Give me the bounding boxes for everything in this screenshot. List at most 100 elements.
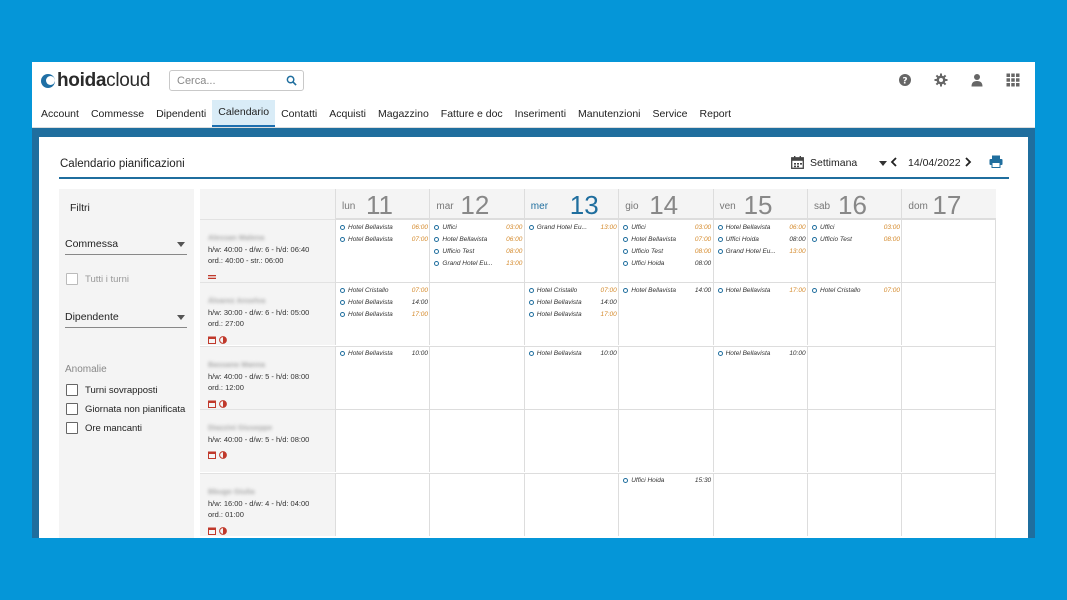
- commessa-select[interactable]: Commessa: [65, 235, 187, 255]
- day-header-ven[interactable]: ven 15: [712, 189, 807, 220]
- day-cell[interactable]: [335, 409, 430, 473]
- calendar-icon[interactable]: [208, 522, 216, 535]
- day-cell[interactable]: [807, 472, 902, 536]
- chevron-left-icon[interactable]: [890, 157, 898, 167]
- day-cell[interactable]: Hotel Bellavista 10:00: [523, 345, 619, 409]
- print-icon[interactable]: [989, 155, 1003, 168]
- nav-item-acquisti[interactable]: Acquisti: [323, 100, 372, 127]
- nav-item-inserimenti[interactable]: Inserimenti: [509, 100, 572, 127]
- calendar-icon[interactable]: [208, 395, 216, 408]
- shift-entry[interactable]: Grand Hotel Eu... 13:00: [528, 222, 617, 232]
- day-header-sab[interactable]: sab 16: [807, 189, 902, 220]
- anomaly-row[interactable]: Ore mancanti: [66, 422, 142, 434]
- view-select[interactable]: Settimana: [810, 157, 888, 169]
- anomaly-row[interactable]: Turni sovrapposti: [66, 384, 158, 396]
- calendar-icon[interactable]: [791, 156, 804, 169]
- nav-item-manutenzioni[interactable]: Manutenzioni: [572, 100, 646, 127]
- day-cell[interactable]: [429, 345, 524, 409]
- day-cell[interactable]: Grand Hotel Eu... 13:00: [523, 219, 619, 282]
- shift-entry[interactable]: Hotel Bellavista 10:00: [717, 349, 806, 359]
- shift-entry[interactable]: Hotel Cristallo 07:00: [812, 285, 900, 295]
- day-cell[interactable]: [429, 409, 524, 473]
- user-icon[interactable]: [970, 73, 984, 87]
- nav-item-magazzino[interactable]: Magazzino: [372, 100, 435, 127]
- chevron-right-icon[interactable]: [964, 157, 972, 167]
- calendar-icon[interactable]: [208, 331, 216, 345]
- tutti-turni-checkbox[interactable]: [66, 273, 78, 285]
- calendar-icon[interactable]: [208, 446, 216, 460]
- day-cell[interactable]: [807, 409, 902, 473]
- search-input[interactable]: [170, 74, 280, 87]
- day-cell[interactable]: Uffici 03:00 Hotel Bellavista 06:00 Ufficio …: [429, 219, 524, 282]
- shift-entry[interactable]: Hotel Bellavista 14:00: [623, 285, 711, 295]
- dash-icon[interactable]: [208, 268, 216, 279]
- shift-entry[interactable]: Uffici 03:00: [623, 222, 711, 232]
- day-cell[interactable]: [429, 282, 524, 346]
- day-cell[interactable]: [901, 345, 996, 409]
- shift-entry[interactable]: Hotel Bellavista 06:00: [340, 222, 428, 232]
- anomaly-row[interactable]: Giornata non pianificata: [66, 403, 185, 415]
- logo[interactable]: hoidacloud: [41, 70, 150, 92]
- nav-item-fatture-e-doc[interactable]: Fatture e doc: [435, 100, 509, 127]
- nav-item-dipendenti[interactable]: Dipendenti: [150, 100, 212, 127]
- shift-entry[interactable]: Uffici Hoida 08:00: [623, 259, 711, 269]
- day-cell[interactable]: [618, 345, 713, 409]
- anomaly-checkbox[interactable]: [66, 422, 78, 434]
- shift-entry[interactable]: Uffici 03:00: [812, 222, 900, 232]
- day-cell[interactable]: [523, 409, 619, 473]
- employee-row-header[interactable]: Bbugo Giulia h/w: 16:00 - d/w: 4 - h/d: 0…: [200, 472, 335, 536]
- shift-entry[interactable]: Hotel Bellavista 06:00: [434, 234, 522, 244]
- clock-icon[interactable]: [219, 395, 227, 408]
- shift-entry[interactable]: Hotel Bellavista 10:00: [340, 349, 428, 359]
- clock-icon[interactable]: [219, 446, 227, 460]
- day-cell[interactable]: Uffici Hoida 15:30: [618, 472, 713, 536]
- clock-icon[interactable]: [219, 522, 227, 535]
- shift-entry[interactable]: Hotel Bellavista 14:00: [340, 298, 428, 308]
- clock-icon[interactable]: [219, 331, 227, 345]
- shift-entry[interactable]: Hotel Bellavista 07:00: [623, 234, 711, 244]
- shift-entry[interactable]: Hotel Bellavista 07:00: [340, 234, 428, 244]
- day-cell[interactable]: [901, 472, 996, 536]
- day-cell[interactable]: Hotel Bellavista 14:00: [618, 282, 713, 346]
- day-cell[interactable]: [901, 409, 996, 473]
- shift-entry[interactable]: Uffici Hoida 08:00: [717, 234, 806, 244]
- shift-entry[interactable]: Uffici 03:00: [434, 222, 522, 232]
- shift-entry[interactable]: Hotel Cristallo 07:00: [528, 285, 617, 295]
- shift-entry[interactable]: Uffici Hoida 15:30: [623, 476, 711, 486]
- help-icon[interactable]: ?: [898, 73, 912, 87]
- day-cell[interactable]: Hotel Bellavista 06:00 Hotel Bellavista 07:…: [335, 219, 430, 282]
- day-cell[interactable]: [618, 409, 713, 473]
- apps-grid-icon[interactable]: [1006, 73, 1020, 87]
- day-cell[interactable]: Hotel Cristallo 07:00 Hotel Bellavista 14:0…: [523, 282, 619, 346]
- shift-entry[interactable]: Grand Hotel Eu... 13:00: [434, 259, 522, 269]
- day-cell[interactable]: [712, 472, 807, 536]
- day-cell[interactable]: [901, 282, 996, 346]
- nav-item-report[interactable]: Report: [694, 100, 738, 127]
- shift-entry[interactable]: Ufficio Test 08:00: [623, 246, 711, 256]
- day-cell[interactable]: [523, 472, 619, 536]
- nav-item-commesse[interactable]: Commesse: [85, 100, 150, 127]
- employee-row-header[interactable]: Alessan Malena h/w: 40:00 - d/w: 6 - h/d:…: [200, 219, 335, 282]
- shift-entry[interactable]: Ufficio Test 08:00: [434, 246, 522, 256]
- shift-entry[interactable]: Hotel Cristallo 07:00: [340, 285, 428, 295]
- day-cell[interactable]: [429, 472, 524, 536]
- employee-row-header[interactable]: Álvarez Anselva h/w: 30:00 - d/w: 6 - h/d…: [200, 282, 335, 346]
- anomaly-checkbox[interactable]: [66, 384, 78, 396]
- shift-entry[interactable]: Hotel Bellavista 17:00: [528, 310, 617, 320]
- current-date[interactable]: 14/04/2022: [908, 157, 961, 169]
- shift-entry[interactable]: Hotel Bellavista 17:00: [340, 310, 428, 320]
- day-cell[interactable]: [901, 219, 996, 282]
- day-header-mar[interactable]: mar 12: [429, 189, 524, 220]
- day-header-lun[interactable]: lun 11: [335, 189, 430, 220]
- employee-row-header[interactable]: Diazzini Giuseppe h/w: 40:00 - d/w: 5 - h…: [200, 409, 335, 473]
- day-cell[interactable]: [335, 472, 430, 536]
- day-cell[interactable]: Uffici 03:00 Ufficio Test 08:00: [807, 219, 902, 282]
- nav-item-service[interactable]: Service: [647, 100, 694, 127]
- day-cell[interactable]: Hotel Bellavista 17:00: [712, 282, 807, 346]
- day-cell[interactable]: Hotel Bellavista 10:00: [335, 345, 430, 409]
- day-header-mer[interactable]: mer 13: [523, 189, 619, 220]
- shift-entry[interactable]: Hotel Bellavista 14:00: [528, 298, 617, 308]
- day-cell[interactable]: Uffici 03:00 Hotel Bellavista 07:00 Ufficio …: [618, 219, 713, 282]
- search-icon[interactable]: [286, 75, 297, 86]
- dipendente-select[interactable]: Dipendente: [65, 308, 187, 328]
